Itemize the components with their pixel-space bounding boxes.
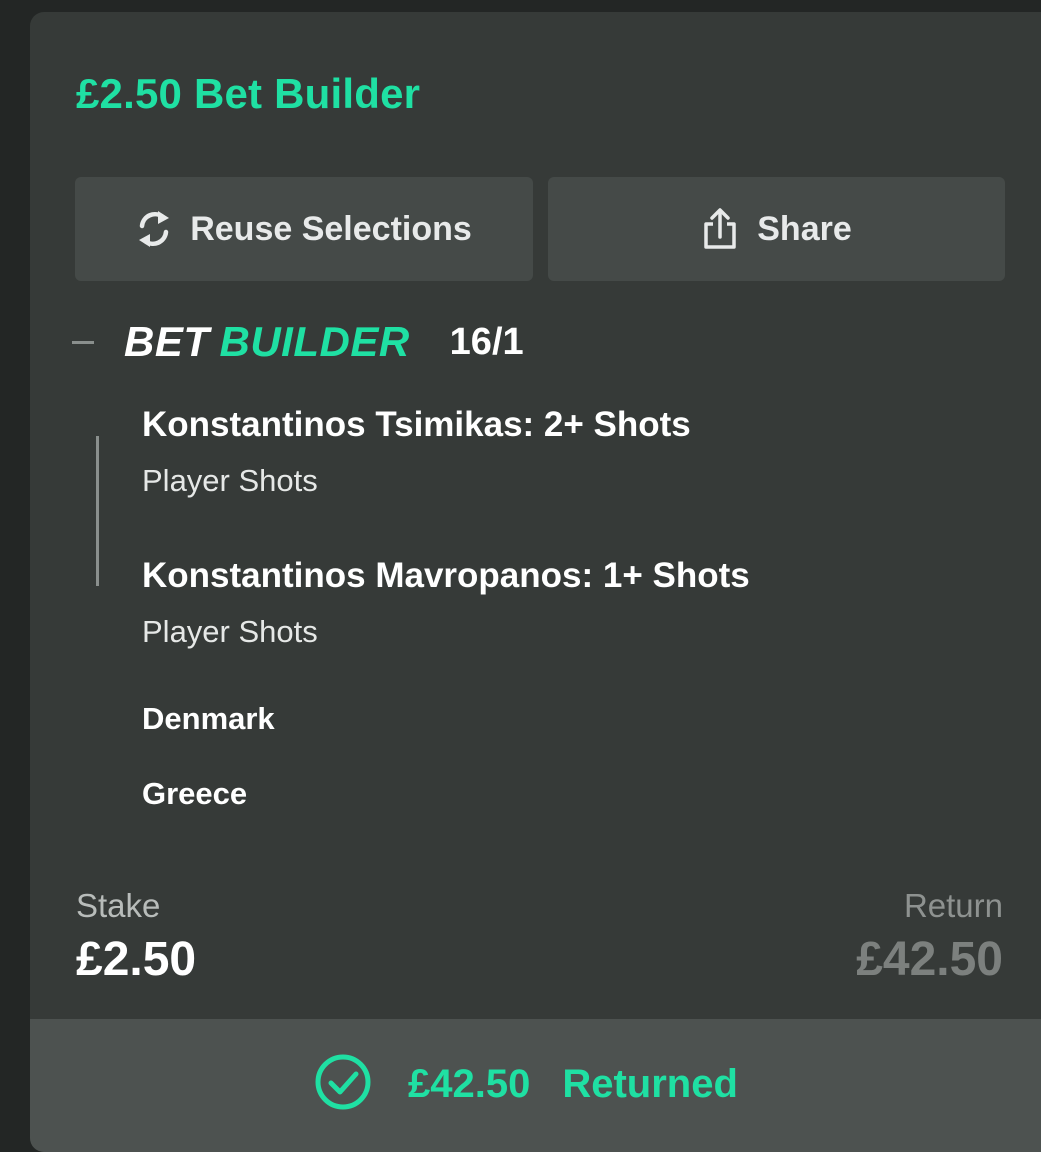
return-label: Return [903, 887, 1003, 924]
bet-builder-logo-bet: BET [124, 318, 210, 365]
bet-title: £2.50 Bet Builder [76, 70, 421, 117]
bet-card: £2.50 Bet Builder Reuse Selections Share… [30, 12, 1041, 1152]
collapse-toggle[interactable] [72, 340, 94, 344]
bet-builder-logo-builder: BUILDER [219, 318, 410, 365]
stake-label: Stake [76, 887, 161, 924]
selection-item: Konstantinos Mavropanos: 1+ Shots Player… [142, 556, 750, 650]
team-name: Greece [142, 776, 248, 811]
selection-name: Konstantinos Mavropanos: 1+ Shots [142, 556, 750, 595]
share-button[interactable]: Share [548, 177, 1005, 281]
selection-divider-line [96, 436, 99, 586]
bet-odds: 16/1 [449, 320, 524, 363]
share-icon [701, 207, 739, 251]
check-circle-icon [314, 1053, 372, 1116]
selection-market: Player Shots [142, 614, 318, 649]
return-value: £42.50 [856, 933, 1003, 986]
returned-label: Returned [562, 1061, 738, 1106]
selection-name: Konstantinos Tsimikas: 2+ Shots [142, 405, 691, 444]
stake-value: £2.50 [76, 933, 197, 986]
team-name: Denmark [142, 701, 275, 736]
reuse-selections-button[interactable]: Reuse Selections [75, 177, 533, 281]
selection-market: Player Shots [142, 463, 318, 498]
share-label: Share [757, 209, 852, 248]
bet-builder-header: BET BUILDER 16/1 [72, 312, 524, 372]
refresh-icon [136, 209, 172, 249]
returned-status: £42.50 Returned [314, 1054, 738, 1114]
reuse-selections-label: Reuse Selections [190, 209, 472, 248]
returned-amount: £42.50 [408, 1061, 531, 1106]
selection-item: Konstantinos Tsimikas: 2+ Shots Player S… [142, 405, 691, 499]
